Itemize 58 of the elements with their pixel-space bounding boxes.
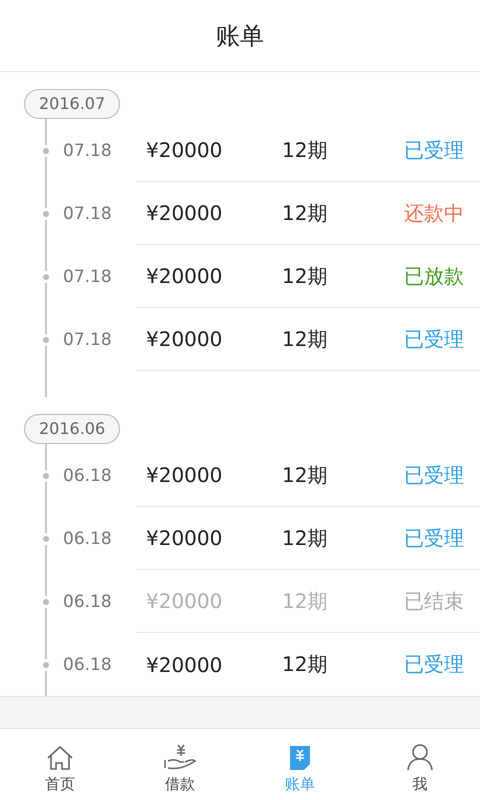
bill-row[interactable]: 06.18 ¥20000 12期 已受理 — [0, 507, 480, 570]
bill-row[interactable]: 07.18 ¥20000 12期 已放款 — [0, 245, 480, 308]
bill-period: 12期 — [282, 200, 328, 226]
bill-amount: ¥20000 — [145, 201, 224, 225]
home-icon — [46, 745, 74, 771]
bill-row[interactable]: 06.18 ¥20000 12期 已结束 — [0, 570, 480, 633]
bill-amount: ¥20000 — [145, 463, 224, 487]
bill-row[interactable]: 06.18 ¥20000 12期 已受理 — [0, 444, 480, 507]
bill-status: 已受理 — [404, 326, 464, 352]
timeline-dot — [43, 210, 49, 216]
bill-date: 06.18 — [63, 528, 113, 548]
bill-date: 06.18 — [63, 466, 113, 486]
bill-period: 12期 — [282, 262, 328, 290]
bill-status: 已结束 — [404, 588, 464, 614]
bill-status: 已受理 — [404, 136, 464, 164]
page-title: 账单 — [216, 20, 264, 52]
timeline-dot — [43, 274, 49, 280]
bill-period: 12期 — [282, 524, 328, 552]
bill-row[interactable]: 07.18 ¥20000 12期 已受理 — [0, 119, 480, 182]
bill-amount: ¥20000 — [145, 652, 224, 676]
bill-date: 07.18 — [63, 266, 113, 286]
bill-amount: ¥20000 — [145, 327, 224, 351]
bill-status: 已受理 — [404, 524, 464, 552]
bill-status: 还款中 — [404, 200, 464, 226]
bill-row[interactable]: 07.18 ¥20000 12期 已受理 — [0, 308, 480, 371]
timeline-dot — [43, 662, 49, 668]
bill-status: 已放款 — [404, 262, 464, 290]
bill-date: 07.18 — [63, 204, 113, 224]
bill-row[interactable]: 06.18 ¥20000 12期 已受理 — [0, 633, 480, 696]
timeline-dot — [43, 336, 49, 342]
bill-date: 07.18 — [63, 330, 113, 350]
timeline-dot — [43, 536, 49, 542]
timeline-dot — [43, 148, 49, 154]
bill-amount: ¥20000 — [145, 526, 224, 550]
bill-period: 12期 — [282, 651, 328, 678]
bill-row[interactable]: 07.18 ¥20000 12期 还款中 — [0, 182, 480, 245]
bill-period: 12期 — [282, 588, 328, 614]
bill-status: 已受理 — [404, 651, 464, 678]
hand-coin-icon — [163, 743, 197, 771]
bill-amount: ¥20000 — [145, 264, 224, 288]
bill-status: 已受理 — [404, 462, 464, 488]
bill-amount: ¥20000 — [145, 589, 224, 613]
user-icon — [406, 743, 434, 771]
month-label: 2016.06 — [24, 414, 120, 444]
bill-amount: ¥20000 — [145, 138, 224, 162]
tab[interactable]: 借款 — [120, 729, 240, 800]
bill-period: 12期 — [282, 136, 328, 164]
bill-date: 06.18 — [63, 592, 113, 612]
tab[interactable]: 首页 — [0, 729, 120, 800]
timeline-dot — [43, 472, 49, 478]
bill-date: 06.18 — [63, 654, 113, 674]
timeline-dot — [43, 598, 49, 604]
tab[interactable]: 我 — [360, 729, 480, 800]
bill-period: 12期 — [282, 326, 328, 352]
month-label: 2016.07 — [24, 89, 120, 119]
bill-date: 07.18 — [63, 140, 113, 160]
bill-icon — [289, 745, 311, 771]
bill-period: 12期 — [282, 462, 328, 488]
